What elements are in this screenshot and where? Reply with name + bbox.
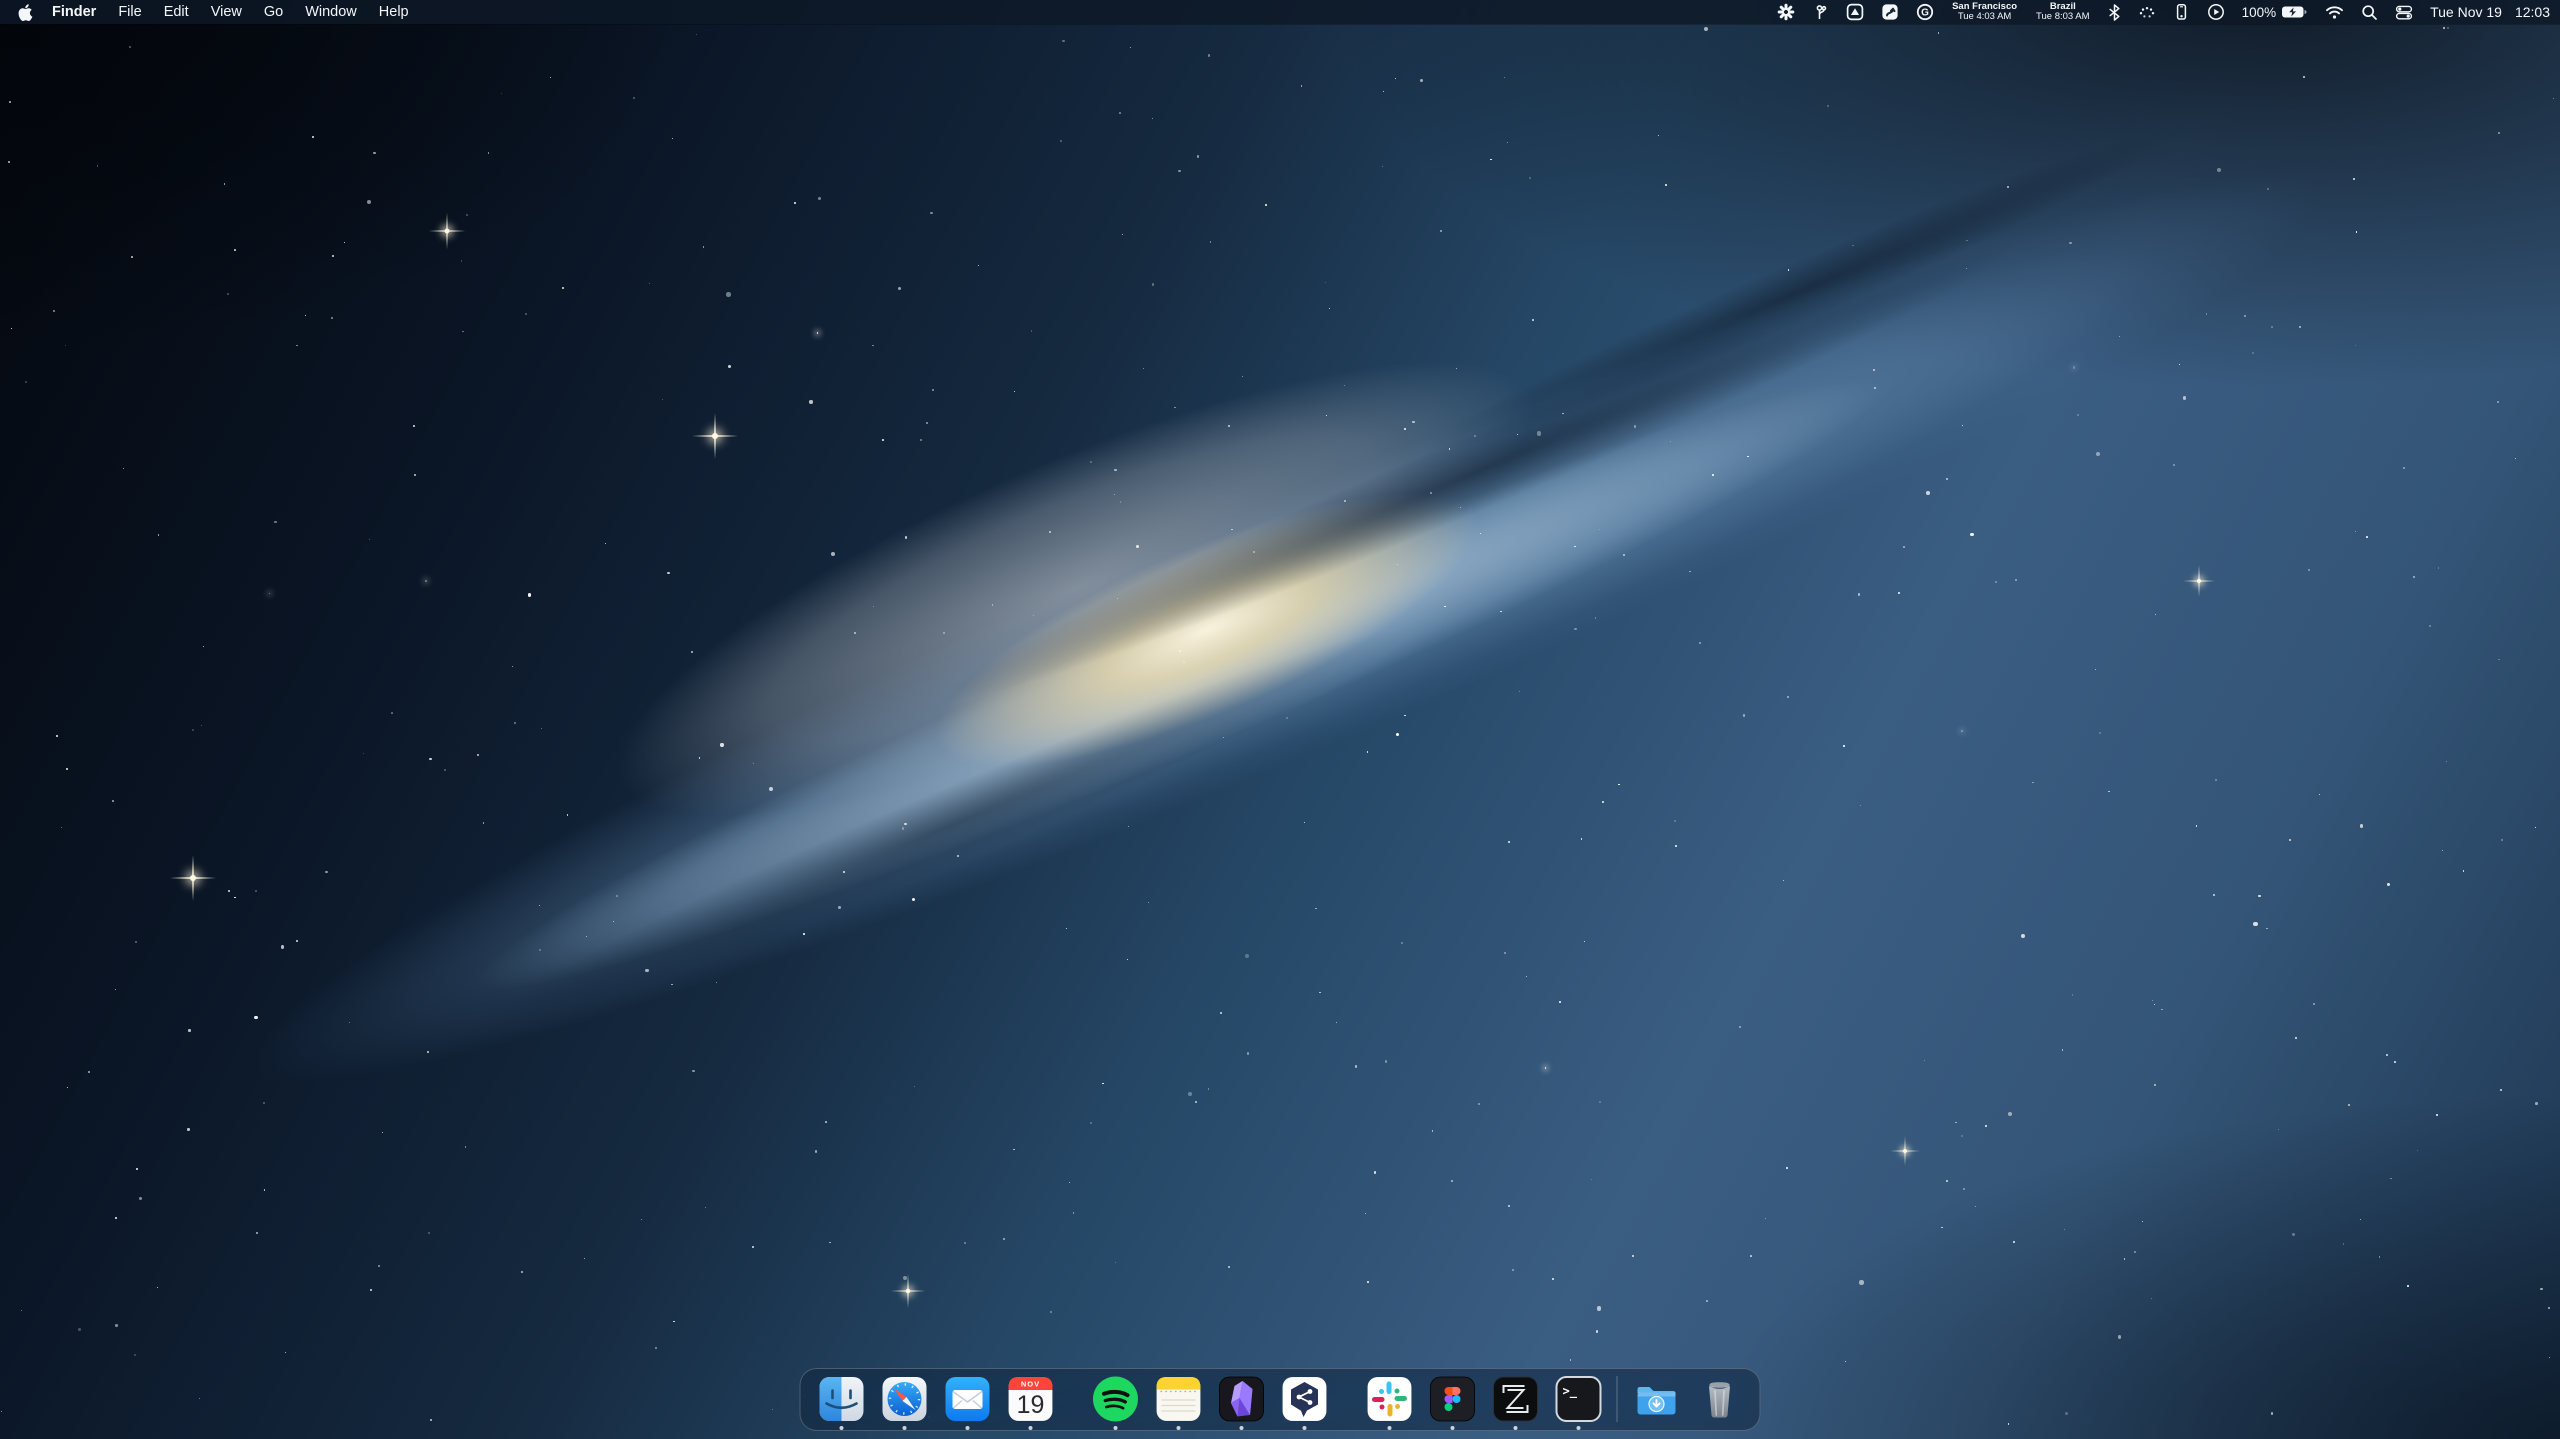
terminal-icon: >_ [1553, 1374, 1603, 1424]
running-indicator [1113, 1426, 1117, 1430]
dock-item-hexagon-share-app[interactable] [1279, 1374, 1329, 1431]
dock-item-downloads[interactable] [1631, 1374, 1681, 1431]
wifi-icon[interactable] [2325, 0, 2344, 24]
svg-text:G: G [1921, 8, 1929, 19]
mail-icon [942, 1374, 992, 1424]
notes-icon [1153, 1374, 1203, 1424]
downloads-folder-icon [1631, 1374, 1681, 1424]
menu-window[interactable]: Window [294, 4, 368, 20]
running-indicator [1576, 1426, 1580, 1430]
triangle-app-icon[interactable] [1846, 0, 1864, 24]
dock-item-trash[interactable] [1694, 1374, 1744, 1431]
calendar-day: 19 [1016, 1391, 1044, 1419]
dock-item-zed[interactable] [1490, 1374, 1540, 1431]
menu-bar: Finder File Edit View Go Window Help G S… [0, 0, 2560, 24]
menu-go[interactable]: Go [253, 4, 294, 20]
spotlight-icon[interactable] [2361, 0, 2378, 24]
bright-star [190, 875, 196, 881]
menu-help[interactable]: Help [368, 4, 420, 20]
bright-star [445, 229, 450, 234]
dock-item-mail[interactable] [942, 1374, 992, 1431]
finder-icon [816, 1374, 866, 1424]
battery-charging-icon [2281, 5, 2308, 19]
dock-item-obsidian[interactable] [1216, 1374, 1266, 1431]
trash-icon [1694, 1374, 1744, 1424]
running-indicator [1239, 1426, 1243, 1430]
slack-icon [1364, 1374, 1414, 1424]
running-indicator [1513, 1426, 1517, 1430]
menu-bar-time: 12:03 [2515, 4, 2550, 20]
world-clock-brazil[interactable]: Brazil Tue 8:03 AM [2035, 2, 2091, 23]
menu-view[interactable]: View [200, 4, 253, 20]
dock-spacer [1062, 1374, 1084, 1424]
dock-item-safari[interactable] [879, 1374, 929, 1431]
menu-finder[interactable]: Finder [41, 4, 107, 20]
s-arrow-app-icon[interactable] [1881, 0, 1899, 24]
running-indicator [1387, 1426, 1391, 1430]
spotify-icon [1090, 1374, 1140, 1424]
dock: NOV 19 [800, 1368, 1761, 1431]
figma-icon [1427, 1374, 1477, 1424]
dock-item-terminal[interactable]: >_ [1553, 1374, 1603, 1431]
bright-star [906, 1289, 911, 1294]
dock-spacer [1336, 1374, 1358, 1424]
menu-bar-clock[interactable]: Tue Nov 19 12:03 [2430, 4, 2550, 20]
dock-item-slack[interactable] [1364, 1374, 1414, 1431]
running-indicator [839, 1426, 843, 1430]
safari-icon [879, 1374, 929, 1424]
battery-percent: 100% [2242, 5, 2277, 20]
dock-item-spotify[interactable] [1090, 1374, 1140, 1431]
running-indicator [902, 1426, 906, 1430]
running-indicator [965, 1426, 969, 1430]
world-clock-san-francisco[interactable]: San Francisco Tue 4:03 AM [1951, 2, 2018, 23]
apple-icon [18, 4, 35, 21]
battery-indicator[interactable]: 100% [2242, 5, 2309, 20]
now-playing-icon[interactable] [2207, 0, 2225, 24]
menu-edit[interactable]: Edit [153, 4, 200, 20]
dock-item-figma[interactable] [1427, 1374, 1477, 1431]
dock-item-finder[interactable] [816, 1374, 866, 1431]
bright-star [712, 433, 718, 439]
zed-icon [1490, 1374, 1540, 1424]
bright-star [2197, 579, 2201, 583]
calendar-icon: NOV 19 [1005, 1374, 1055, 1424]
git-branch-icon[interactable] [1812, 0, 1829, 24]
g-circle-icon[interactable]: G [1916, 0, 1934, 24]
terminal-prompt: >_ [1562, 1384, 1577, 1399]
obsidian-icon [1216, 1374, 1266, 1424]
control-center-icon[interactable] [2395, 0, 2413, 24]
iphone-mirroring-icon[interactable] [2173, 0, 2190, 24]
galaxy-wallpaper [0, 0, 2560, 1439]
dock-item-notes[interactable] [1153, 1374, 1203, 1431]
running-indicator [1450, 1426, 1454, 1430]
running-indicator [1028, 1426, 1032, 1430]
flower-icon[interactable] [1777, 0, 1795, 24]
bright-star [1903, 1149, 1907, 1153]
calendar-month: NOV [1020, 1380, 1039, 1389]
hexagon-share-app-icon [1279, 1374, 1329, 1424]
dotted-arc-icon[interactable] [2138, 0, 2156, 24]
running-indicator [1302, 1426, 1306, 1430]
dock-item-calendar[interactable]: NOV 19 [1005, 1374, 1055, 1431]
dock-separator [1617, 1376, 1618, 1422]
menu-file[interactable]: File [107, 4, 152, 20]
apple-menu[interactable] [18, 4, 35, 21]
running-indicator [1176, 1426, 1180, 1430]
bluetooth-icon[interactable] [2108, 0, 2121, 24]
menu-bar-date: Tue Nov 19 [2430, 4, 2502, 20]
